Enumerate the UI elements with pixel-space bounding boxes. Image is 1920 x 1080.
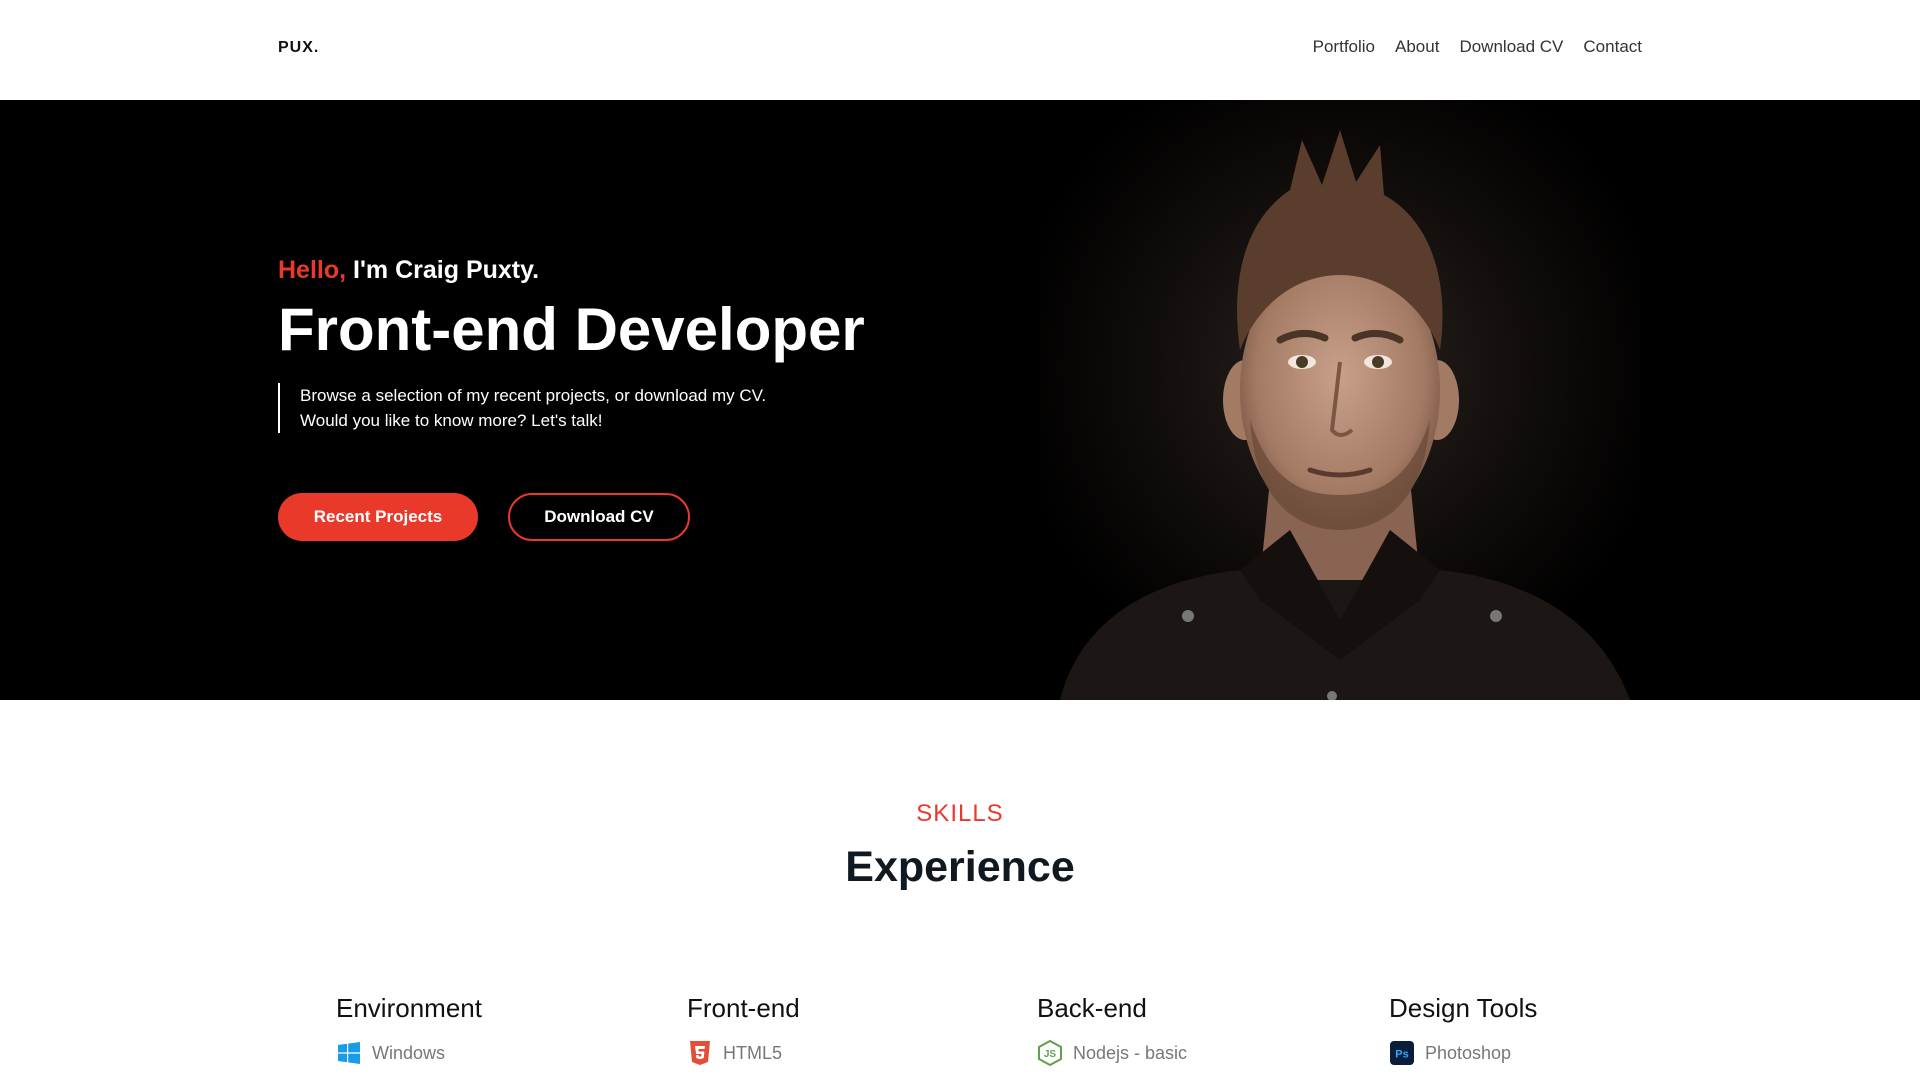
photoshop-icon: Ps xyxy=(1389,1040,1415,1066)
skill-column-title: Back-end xyxy=(1037,993,1147,1023)
skill-column-title: Front-end xyxy=(687,993,800,1023)
hero-description-line-1: Browse a selection of my recent projects… xyxy=(300,386,767,405)
skill-item-label: Nodejs - basic xyxy=(1073,1042,1188,1063)
skill-column-title: Design Tools xyxy=(1389,993,1538,1023)
recent-projects-button[interactable]: Recent Projects xyxy=(278,493,478,541)
skill-item-label: HTML5 xyxy=(723,1042,783,1063)
nav-link-contact[interactable]: Contact xyxy=(1583,37,1642,57)
skill-item: JS Nodejs - basic xyxy=(1037,1040,1337,1066)
html5-icon xyxy=(687,1040,713,1066)
nav-link-portfolio[interactable]: Portfolio xyxy=(1313,37,1375,57)
skill-column-back-end: Back-end JS Nodejs - basic xyxy=(1037,993,1337,1066)
windows-icon xyxy=(336,1040,362,1066)
download-cv-button[interactable]: Download CV xyxy=(508,493,690,541)
skill-column-front-end: Front-end HTML5 xyxy=(687,993,987,1066)
skill-item: HTML5 xyxy=(687,1040,987,1066)
skills-eyebrow: SKILLS xyxy=(916,800,1004,827)
hero-description-line-2: Would you like to know more? Let's talk! xyxy=(300,411,603,430)
nav-links: Portfolio About Download CV Contact xyxy=(1313,37,1642,57)
portrait-photo xyxy=(1040,100,1640,700)
hero-description: Browse a selection of my recent projects… xyxy=(278,383,766,433)
skill-column-environment: Environment Windows xyxy=(336,993,636,1066)
top-navbar: PUX. Portfolio About Download CV Contact xyxy=(0,0,1920,100)
skill-column-design-tools: Design Tools Ps Photoshop xyxy=(1389,993,1689,1066)
nodejs-icon: JS xyxy=(1037,1040,1063,1066)
svg-text:Ps: Ps xyxy=(1395,1049,1408,1061)
hero-greeting: Hello, I'm Craig Puxty. xyxy=(278,256,539,285)
hero-title: Front-end Developer xyxy=(278,296,865,363)
skills-title: Experience xyxy=(845,843,1075,891)
site-logo[interactable]: PUX. xyxy=(278,39,319,57)
skill-item-label: Photoshop xyxy=(1425,1042,1512,1063)
hello-accent: Hello, xyxy=(278,256,347,284)
skill-item: Windows xyxy=(336,1040,636,1066)
skill-column-title: Environment xyxy=(336,993,482,1023)
svg-text:JS: JS xyxy=(1044,1049,1057,1060)
skill-item: Ps Photoshop xyxy=(1389,1040,1689,1066)
skill-item-label: Windows xyxy=(372,1042,446,1063)
greeting-name: I'm Craig Puxty. xyxy=(346,256,540,284)
nav-link-about[interactable]: About xyxy=(1395,37,1439,57)
nav-link-download-cv[interactable]: Download CV xyxy=(1459,37,1563,57)
hero-section: Hello, I'm Craig Puxty. Front-end Develo… xyxy=(0,100,1920,700)
